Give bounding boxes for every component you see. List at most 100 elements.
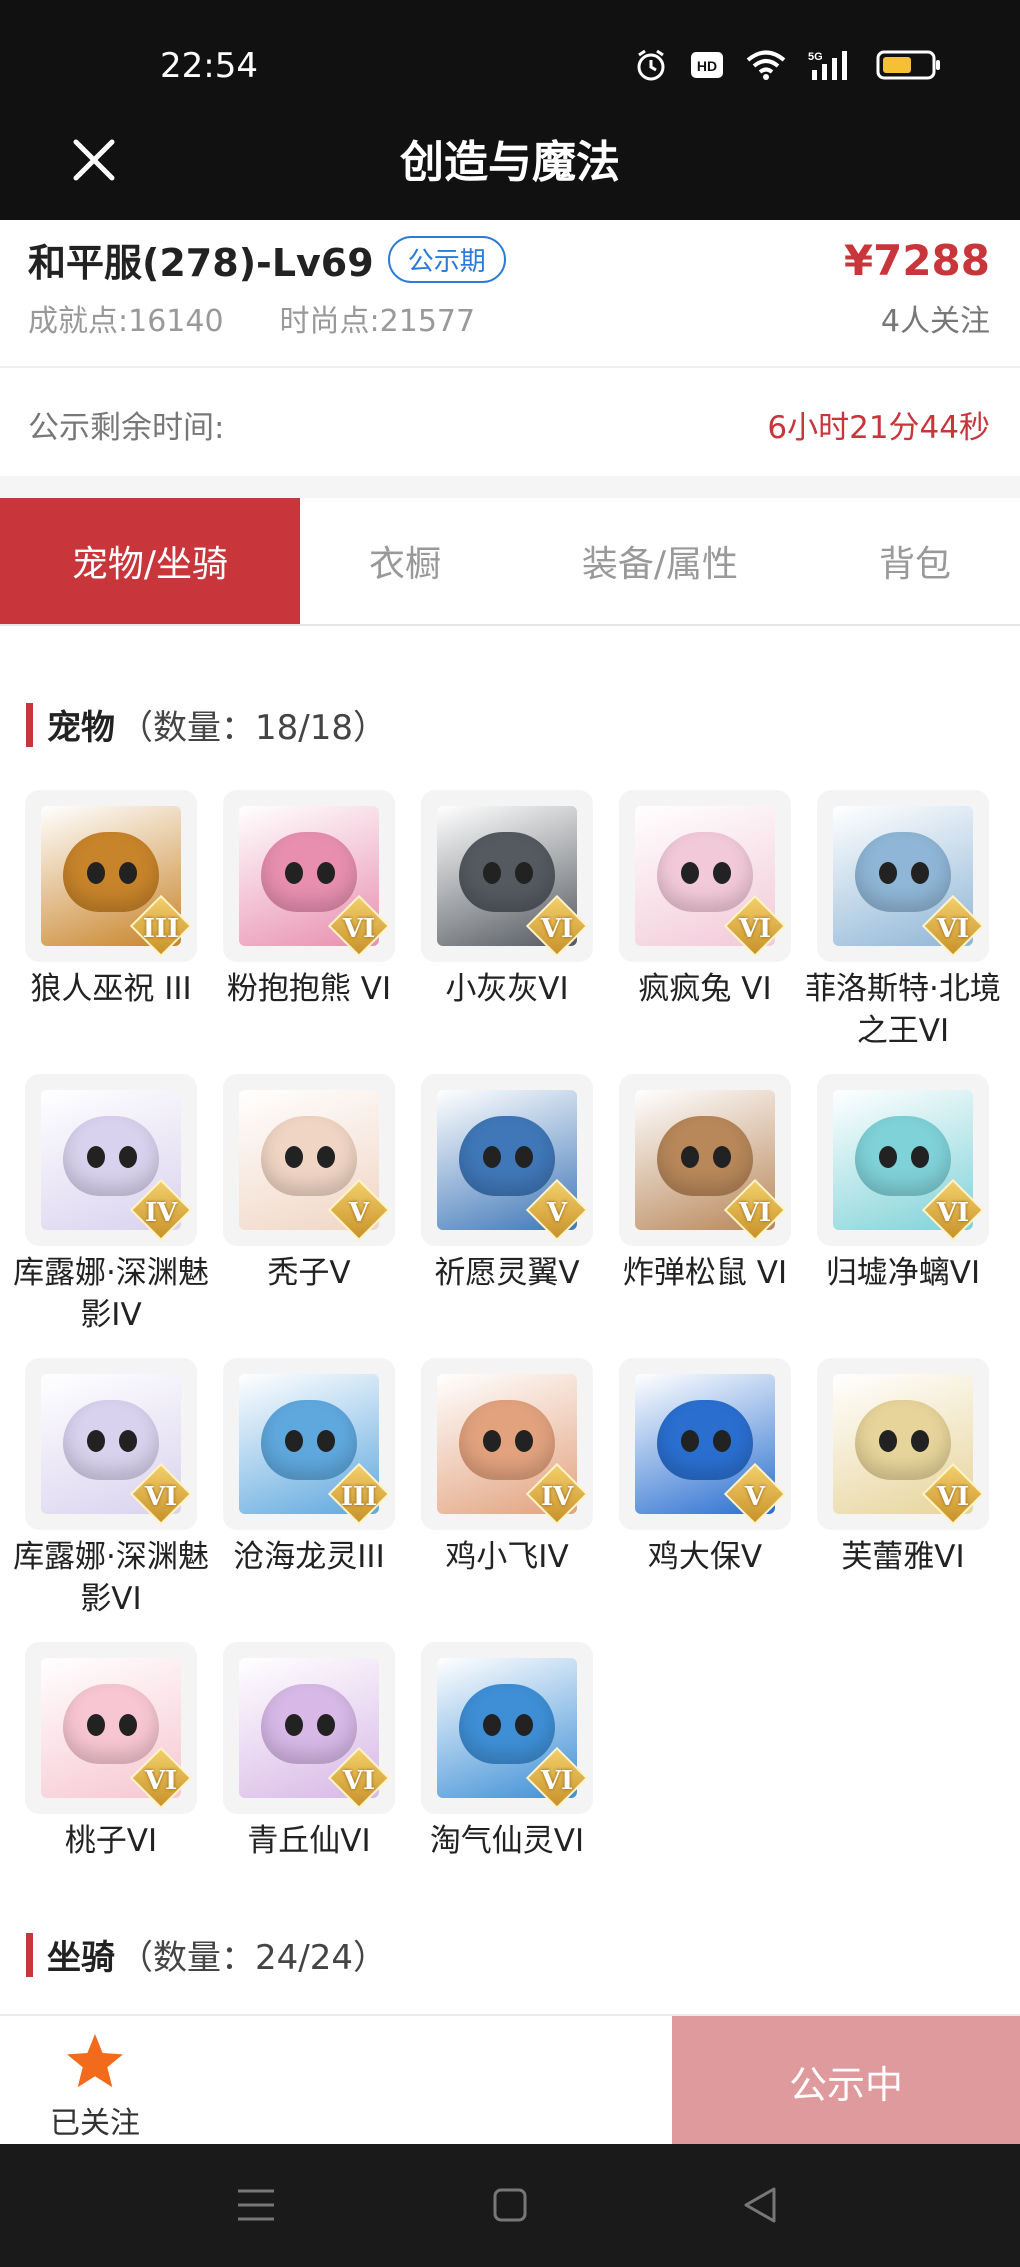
pet-eye bbox=[515, 862, 533, 884]
server-row: 和平服(278)-Lv69 公示期 bbox=[28, 232, 506, 287]
pet-thumbnail: IV bbox=[25, 1074, 197, 1246]
pet-item[interactable]: VI 淘气仙灵VI bbox=[408, 1642, 606, 1862]
pet-item[interactable]: IV 鸡小飞IV bbox=[408, 1358, 606, 1578]
pet-eye bbox=[87, 862, 105, 884]
pet-eye bbox=[515, 1146, 533, 1168]
publicity-status-button[interactable]: 公示中 bbox=[672, 2016, 1020, 2146]
pet-name: 芙蕾雅VI bbox=[841, 1539, 965, 1575]
alarm-icon bbox=[637, 49, 665, 81]
rank-label: VI bbox=[936, 1482, 970, 1512]
pet-item[interactable]: IV 库露娜·深渊魅影IV bbox=[12, 1074, 210, 1336]
countdown-row: 公示剩余时间: 6小时21分44秒 bbox=[0, 368, 1020, 476]
pet-thumbnail: VI bbox=[421, 790, 593, 962]
back-triangle-icon bbox=[744, 2187, 776, 2223]
server-name: 和平服(278)-Lv69 bbox=[28, 241, 374, 285]
nav-back-button[interactable] bbox=[730, 2180, 790, 2230]
tab-backpack[interactable]: 背包 bbox=[810, 498, 1020, 624]
nav-home-button[interactable] bbox=[480, 2180, 540, 2230]
pet-eye bbox=[911, 1430, 929, 1452]
pet-item[interactable]: VI 炸弹松鼠 VI bbox=[606, 1074, 804, 1294]
pet-name: 疯疯兔 VI bbox=[638, 971, 772, 1007]
pet-name: 桃子VI bbox=[64, 1823, 158, 1859]
pet-eye bbox=[87, 1714, 105, 1736]
pet-eye bbox=[317, 1146, 335, 1168]
pet-thumbnail: V bbox=[421, 1074, 593, 1246]
pet-item[interactable]: VI 青丘仙VI bbox=[210, 1642, 408, 1862]
pet-figure bbox=[261, 1116, 357, 1196]
pet-name: 库露娜·深渊魅影VI bbox=[13, 1539, 209, 1617]
pet-item[interactable]: III 沧海龙灵III bbox=[210, 1358, 408, 1578]
pet-eye bbox=[119, 1146, 137, 1168]
section-count: （数量：24/24） bbox=[119, 1938, 387, 1978]
pet-item[interactable]: VI 归墟净螭VI bbox=[804, 1074, 1002, 1294]
pet-eye bbox=[713, 862, 731, 884]
pet-eye bbox=[879, 1430, 897, 1452]
pet-thumbnail: III bbox=[25, 790, 197, 962]
pet-name: 库露娜·深渊魅影IV bbox=[13, 1255, 209, 1333]
rank-label: VI bbox=[936, 1198, 970, 1228]
section-accent-bar bbox=[26, 702, 33, 747]
rank-label: VI bbox=[144, 1482, 178, 1512]
pet-eye bbox=[681, 862, 699, 884]
bottom-action-bar: 已关注 公示中 bbox=[0, 2014, 1020, 2146]
pet-eye bbox=[515, 1430, 533, 1452]
menu-icon bbox=[238, 2189, 274, 2221]
pet-eye bbox=[483, 862, 501, 884]
pet-item[interactable]: VI 粉抱抱熊 VI bbox=[210, 790, 408, 1010]
pet-eye bbox=[87, 1146, 105, 1168]
pet-item[interactable]: V 祈愿灵翼V bbox=[408, 1074, 606, 1294]
follow-label: 已关注 bbox=[50, 2106, 140, 2141]
rank-label: VI bbox=[342, 1766, 376, 1796]
status-time: 22:54 bbox=[160, 46, 258, 86]
tab-pets-mounts[interactable]: 宠物/坐骑 bbox=[0, 498, 300, 624]
rank-label: V bbox=[546, 1198, 568, 1228]
pet-item[interactable]: VI 桃子VI bbox=[12, 1642, 210, 1862]
home-square-icon bbox=[493, 2188, 527, 2222]
pet-name: 狼人巫祝 III bbox=[30, 971, 192, 1007]
pet-thumbnail: VI bbox=[817, 790, 989, 962]
tab-bar: 宠物/坐骑 衣橱 装备/属性 背包 bbox=[0, 498, 1020, 626]
mounts-section-title: 坐骑 （数量：24/24） bbox=[26, 1930, 387, 1979]
wifi-icon bbox=[746, 50, 786, 80]
rank-label: VI bbox=[738, 914, 772, 944]
pet-eye bbox=[317, 862, 335, 884]
tab-wardrobe[interactable]: 衣橱 bbox=[300, 498, 510, 624]
pet-name: 鸡大保V bbox=[647, 1539, 763, 1575]
rank-label: VI bbox=[540, 914, 574, 944]
pet-eye bbox=[317, 1430, 335, 1452]
app-bar: 创造与魔法 bbox=[0, 100, 1020, 220]
pet-figure bbox=[261, 832, 357, 912]
pet-item[interactable]: III 狼人巫祝 III bbox=[12, 790, 210, 1010]
pet-eye bbox=[285, 1146, 303, 1168]
pet-name: 鸡小飞IV bbox=[445, 1539, 569, 1575]
pet-eye bbox=[713, 1430, 731, 1452]
pet-thumbnail: VI bbox=[25, 1358, 197, 1530]
pet-name: 粉抱抱熊 VI bbox=[226, 971, 392, 1007]
pet-item[interactable]: V 鸡大保V bbox=[606, 1358, 804, 1578]
pet-item[interactable]: VI 疯疯兔 VI bbox=[606, 790, 804, 1010]
section-name: 坐骑 bbox=[47, 1938, 115, 1978]
follow-button[interactable]: 已关注 bbox=[30, 2032, 160, 2142]
rank-label: IV bbox=[540, 1482, 574, 1512]
pet-item[interactable]: VI 小灰灰VI bbox=[408, 790, 606, 1010]
pet-figure bbox=[855, 832, 951, 912]
pet-eye bbox=[317, 1714, 335, 1736]
pet-eye bbox=[119, 862, 137, 884]
pet-name: 祈愿灵翼V bbox=[434, 1255, 580, 1291]
pet-eye bbox=[483, 1146, 501, 1168]
pet-item[interactable]: VI 库露娜·深渊魅影VI bbox=[12, 1358, 210, 1620]
pet-name: 青丘仙VI bbox=[247, 1823, 371, 1859]
pet-figure bbox=[459, 1684, 555, 1764]
pet-item[interactable]: V 秃子V bbox=[210, 1074, 408, 1294]
pet-item[interactable]: VI 菲洛斯特·北境之王VI bbox=[804, 790, 1002, 1052]
hd-icon: HD bbox=[691, 52, 723, 78]
pet-item[interactable]: VI 芙蕾雅VI bbox=[804, 1358, 1002, 1578]
nav-menu-button[interactable] bbox=[226, 2180, 286, 2230]
achievement-points: 成就点:16140 bbox=[28, 304, 224, 339]
tab-equipment-attributes[interactable]: 装备/属性 bbox=[510, 498, 810, 624]
pet-figure bbox=[459, 1400, 555, 1480]
pet-figure bbox=[657, 832, 753, 912]
fashion-points: 时尚点:21577 bbox=[279, 304, 476, 339]
section-accent-bar bbox=[26, 1932, 33, 1977]
pets-section-title: 宠物 （数量：18/18） bbox=[26, 700, 387, 749]
